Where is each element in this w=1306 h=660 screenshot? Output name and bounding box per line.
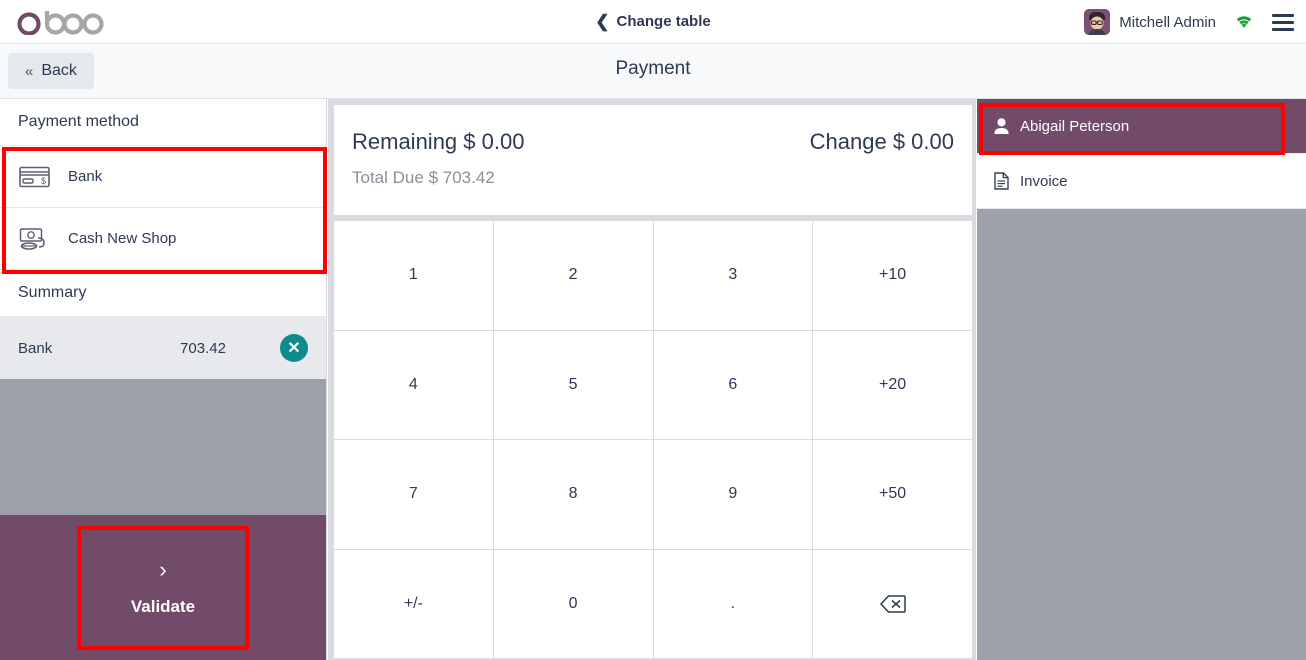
customer-button[interactable]: Abigail Peterson [977, 99, 1306, 154]
total-due-value: $ 703.42 [428, 168, 495, 187]
change-table-button[interactable]: ❮ Change table [543, 13, 763, 30]
change-line: Change $ 0.00 [810, 129, 954, 155]
user-name: Mitchell Admin [1119, 13, 1216, 31]
left-panel-filler [0, 379, 326, 515]
left-panel: Payment method $ Bank Cash New Shop Summ… [0, 99, 327, 660]
credit-card-icon: $ [18, 164, 52, 190]
numpad-key-sign[interactable]: +/- [334, 549, 493, 658]
payment-method-list: $ Bank Cash New Shop [0, 146, 326, 270]
chevron-left-icon: ❮ [595, 12, 610, 31]
center-panel: Remaining $ 0.00 Change $ 0.00 Total Due… [328, 99, 976, 660]
payment-method-bank[interactable]: $ Bank [0, 146, 326, 208]
wifi-icon[interactable] [1234, 13, 1254, 31]
numpad-key-plus50[interactable]: +50 [813, 440, 972, 549]
summary-title: Summary [0, 270, 326, 317]
right-panel-filler [977, 209, 1306, 660]
validate-label: Validate [130, 596, 196, 616]
numpad-key-3[interactable]: 3 [653, 221, 813, 330]
numpad-key-4[interactable]: 4 [334, 330, 493, 439]
avatar [1084, 9, 1111, 35]
payment-method-label: Cash New Shop [68, 230, 177, 247]
close-circle-icon[interactable]: ✕ [280, 334, 308, 362]
numpad-key-1[interactable]: 1 [334, 221, 493, 330]
remaining-value: $ 0.00 [463, 129, 525, 154]
total-due-line: Total Due $ 703.42 [352, 168, 954, 188]
person-icon [993, 117, 1009, 135]
change-value: $ 0.00 [892, 129, 954, 154]
summary-row-amount: 703.42 [180, 339, 226, 357]
hamburger-menu-icon[interactable] [1272, 13, 1294, 31]
top-bar: ❮ Change table Mitchell Admin [0, 0, 1306, 44]
numpad-key-plus10[interactable]: +10 [813, 221, 972, 330]
validate-button[interactable]: › Validate [77, 525, 249, 650]
chevron-right-icon: › [159, 556, 167, 582]
customer-name: Abigail Peterson [1020, 117, 1130, 135]
pos-payment-screen: ❮ Change table Mitchell Admin « Back Pay… [0, 0, 1306, 660]
svg-text:$: $ [41, 176, 46, 186]
payment-method-label: Bank [68, 168, 103, 185]
summary-list: Bank 703.42 ✕ [0, 317, 326, 379]
summary-row[interactable]: Bank 703.42 ✕ [0, 317, 326, 379]
numpad: 1 2 3 +10 4 5 6 +20 7 8 9 +50 +/- 0 . [334, 221, 972, 658]
numpad-key-8[interactable]: 8 [493, 440, 653, 549]
numpad-key-decimal[interactable]: . [653, 549, 813, 658]
numpad-key-plus20[interactable]: +20 [813, 330, 972, 439]
numpad-key-7[interactable]: 7 [334, 440, 493, 549]
change-table-label: Change table [616, 13, 711, 30]
user-zone: Mitchell Admin [1084, 0, 1294, 44]
numpad-key-5[interactable]: 5 [493, 330, 653, 439]
total-due-label: Total Due [352, 168, 424, 187]
odoo-logo[interactable] [16, 7, 104, 37]
change-label: Change [809, 129, 887, 154]
remaining-label: Remaining [352, 129, 458, 154]
summary-row-name: Bank [18, 339, 53, 357]
payment-method-cash-new-shop[interactable]: Cash New Shop [0, 208, 326, 270]
document-icon [993, 172, 1009, 190]
page-title: Payment [615, 58, 691, 79]
user-menu[interactable]: Mitchell Admin [1084, 9, 1216, 35]
backspace-icon[interactable] [813, 549, 972, 658]
right-panel: Abigail Peterson Invoice [977, 99, 1306, 660]
numpad-key-0[interactable]: 0 [493, 549, 653, 658]
numpad-key-2[interactable]: 2 [493, 221, 653, 330]
numpad-key-6[interactable]: 6 [653, 330, 813, 439]
payment-method-title: Payment method [0, 99, 326, 146]
numpad-key-9[interactable]: 9 [653, 440, 813, 549]
totals-area: Remaining $ 0.00 Change $ 0.00 Total Due… [334, 105, 972, 215]
invoice-button[interactable]: Invoice [977, 154, 1306, 209]
validate-zone: › Validate [0, 515, 326, 660]
cash-money-icon [18, 226, 52, 252]
sub-header: « Back Payment [0, 44, 1306, 99]
invoice-label: Invoice [1020, 172, 1068, 190]
